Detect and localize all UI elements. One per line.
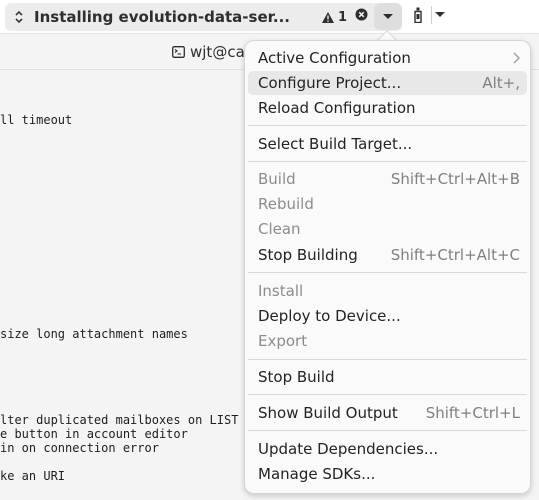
warnings-indicator[interactable]: 1: [321, 10, 347, 25]
menu-item-label: Show Build Output: [258, 404, 398, 422]
terminal-tab-title: wjt@ca: [190, 43, 245, 61]
menu-item-label: Manage SDKs...: [258, 465, 376, 483]
device-dropdown-icon[interactable]: [435, 12, 445, 17]
build-menu-button[interactable]: [374, 3, 402, 30]
menu-item-label: Rebuild: [258, 195, 314, 213]
menu-item-label: Stop Building: [258, 246, 358, 264]
warning-triangle-icon: [322, 12, 334, 23]
tab-terminal[interactable]: wjt@ca: [172, 43, 245, 61]
menu-item-manage-sdks[interactable]: Manage SDKs...: [248, 462, 527, 486]
menu-item-reload-configuration[interactable]: Reload Configuration: [248, 96, 527, 120]
menu-separator: [248, 394, 527, 395]
terminal-line: lter duplicated mailboxes on LIST: [0, 413, 239, 427]
terminal-line: ke an URI: [0, 469, 66, 483]
warnings-count: 1: [338, 10, 348, 25]
menu-item-accel: Shift+Ctrl+L: [425, 404, 520, 422]
menu-item-export[interactable]: Export: [248, 329, 527, 353]
menu-separator: [248, 161, 527, 162]
menu-item-label: Stop Build: [258, 368, 335, 386]
menu-item-label: Select Build Target...: [258, 135, 413, 153]
menu-item-stop-building[interactable]: Stop Building Shift+Ctrl+Alt+C: [248, 243, 527, 267]
terminal-line: ll timeout: [0, 113, 73, 127]
up-down-chevron-icon[interactable]: [13, 9, 25, 25]
menu-item-clean[interactable]: Clean: [248, 217, 527, 241]
menu-item-build[interactable]: Build Shift+Ctrl+Alt+B: [248, 167, 527, 191]
split-button-separator: [431, 6, 432, 24]
menu-item-deploy-to-device[interactable]: Deploy to Device...: [248, 304, 527, 328]
menu-item-label: Export: [258, 332, 308, 350]
menu-item-show-build-output[interactable]: Show Build Output Shift+Ctrl+L: [248, 401, 527, 425]
menu-item-stop-build[interactable]: Stop Build: [248, 365, 527, 389]
build-status-title: Installing evolution-data-ser...: [34, 8, 290, 26]
menu-item-label: Deploy to Device...: [258, 307, 401, 325]
menu-separator: [248, 272, 527, 273]
menu-item-select-build-target[interactable]: Select Build Target...: [248, 132, 527, 156]
menu-item-accel: Alt+,: [482, 74, 520, 92]
device-icon[interactable]: [414, 7, 422, 23]
menu-item-update-dependencies[interactable]: Update Dependencies...: [248, 437, 527, 461]
menu-item-accel: Shift+Ctrl+Alt+C: [390, 246, 520, 264]
menu-item-rebuild[interactable]: Rebuild: [248, 192, 527, 216]
terminal-icon: [172, 46, 185, 58]
menu-separator: [248, 430, 527, 431]
cancel-circle-icon[interactable]: [355, 8, 368, 21]
menu-item-label: Configure Project...: [258, 74, 402, 92]
build-status-pill[interactable]: Installing evolution-data-ser... 1: [5, 3, 402, 31]
ide-window: Installing evolution-data-ser... 1 wjt@c…: [0, 0, 539, 500]
terminal-line: size long attachment names: [0, 327, 188, 341]
menu-item-label: Reload Configuration: [258, 99, 416, 117]
terminal-line: e button in account editor: [0, 427, 188, 441]
menu-item-label: Build: [258, 170, 296, 188]
terminal-line: in on connection error: [0, 441, 159, 455]
menu-separator: [248, 359, 527, 360]
menu-item-configure-project[interactable]: Configure Project... Alt+,: [248, 71, 527, 95]
dropdown-triangle-icon: [383, 14, 393, 19]
menu-item-label: Clean: [258, 220, 301, 238]
menu-item-label: Install: [258, 282, 304, 300]
menu-item-accel: Shift+Ctrl+Alt+B: [390, 170, 520, 188]
menu-item-label: Active Configuration: [258, 49, 411, 67]
header-bar: Installing evolution-data-ser... 1: [0, 0, 539, 34]
menu-item-install[interactable]: Install: [248, 279, 527, 303]
menu-separator: [248, 125, 527, 126]
chevron-right-icon: [513, 52, 520, 64]
build-menu-popover: Active Configuration Configure Project..…: [244, 40, 531, 494]
menu-item-active-configuration[interactable]: Active Configuration: [248, 46, 527, 70]
menu-item-label: Update Dependencies...: [258, 440, 439, 458]
